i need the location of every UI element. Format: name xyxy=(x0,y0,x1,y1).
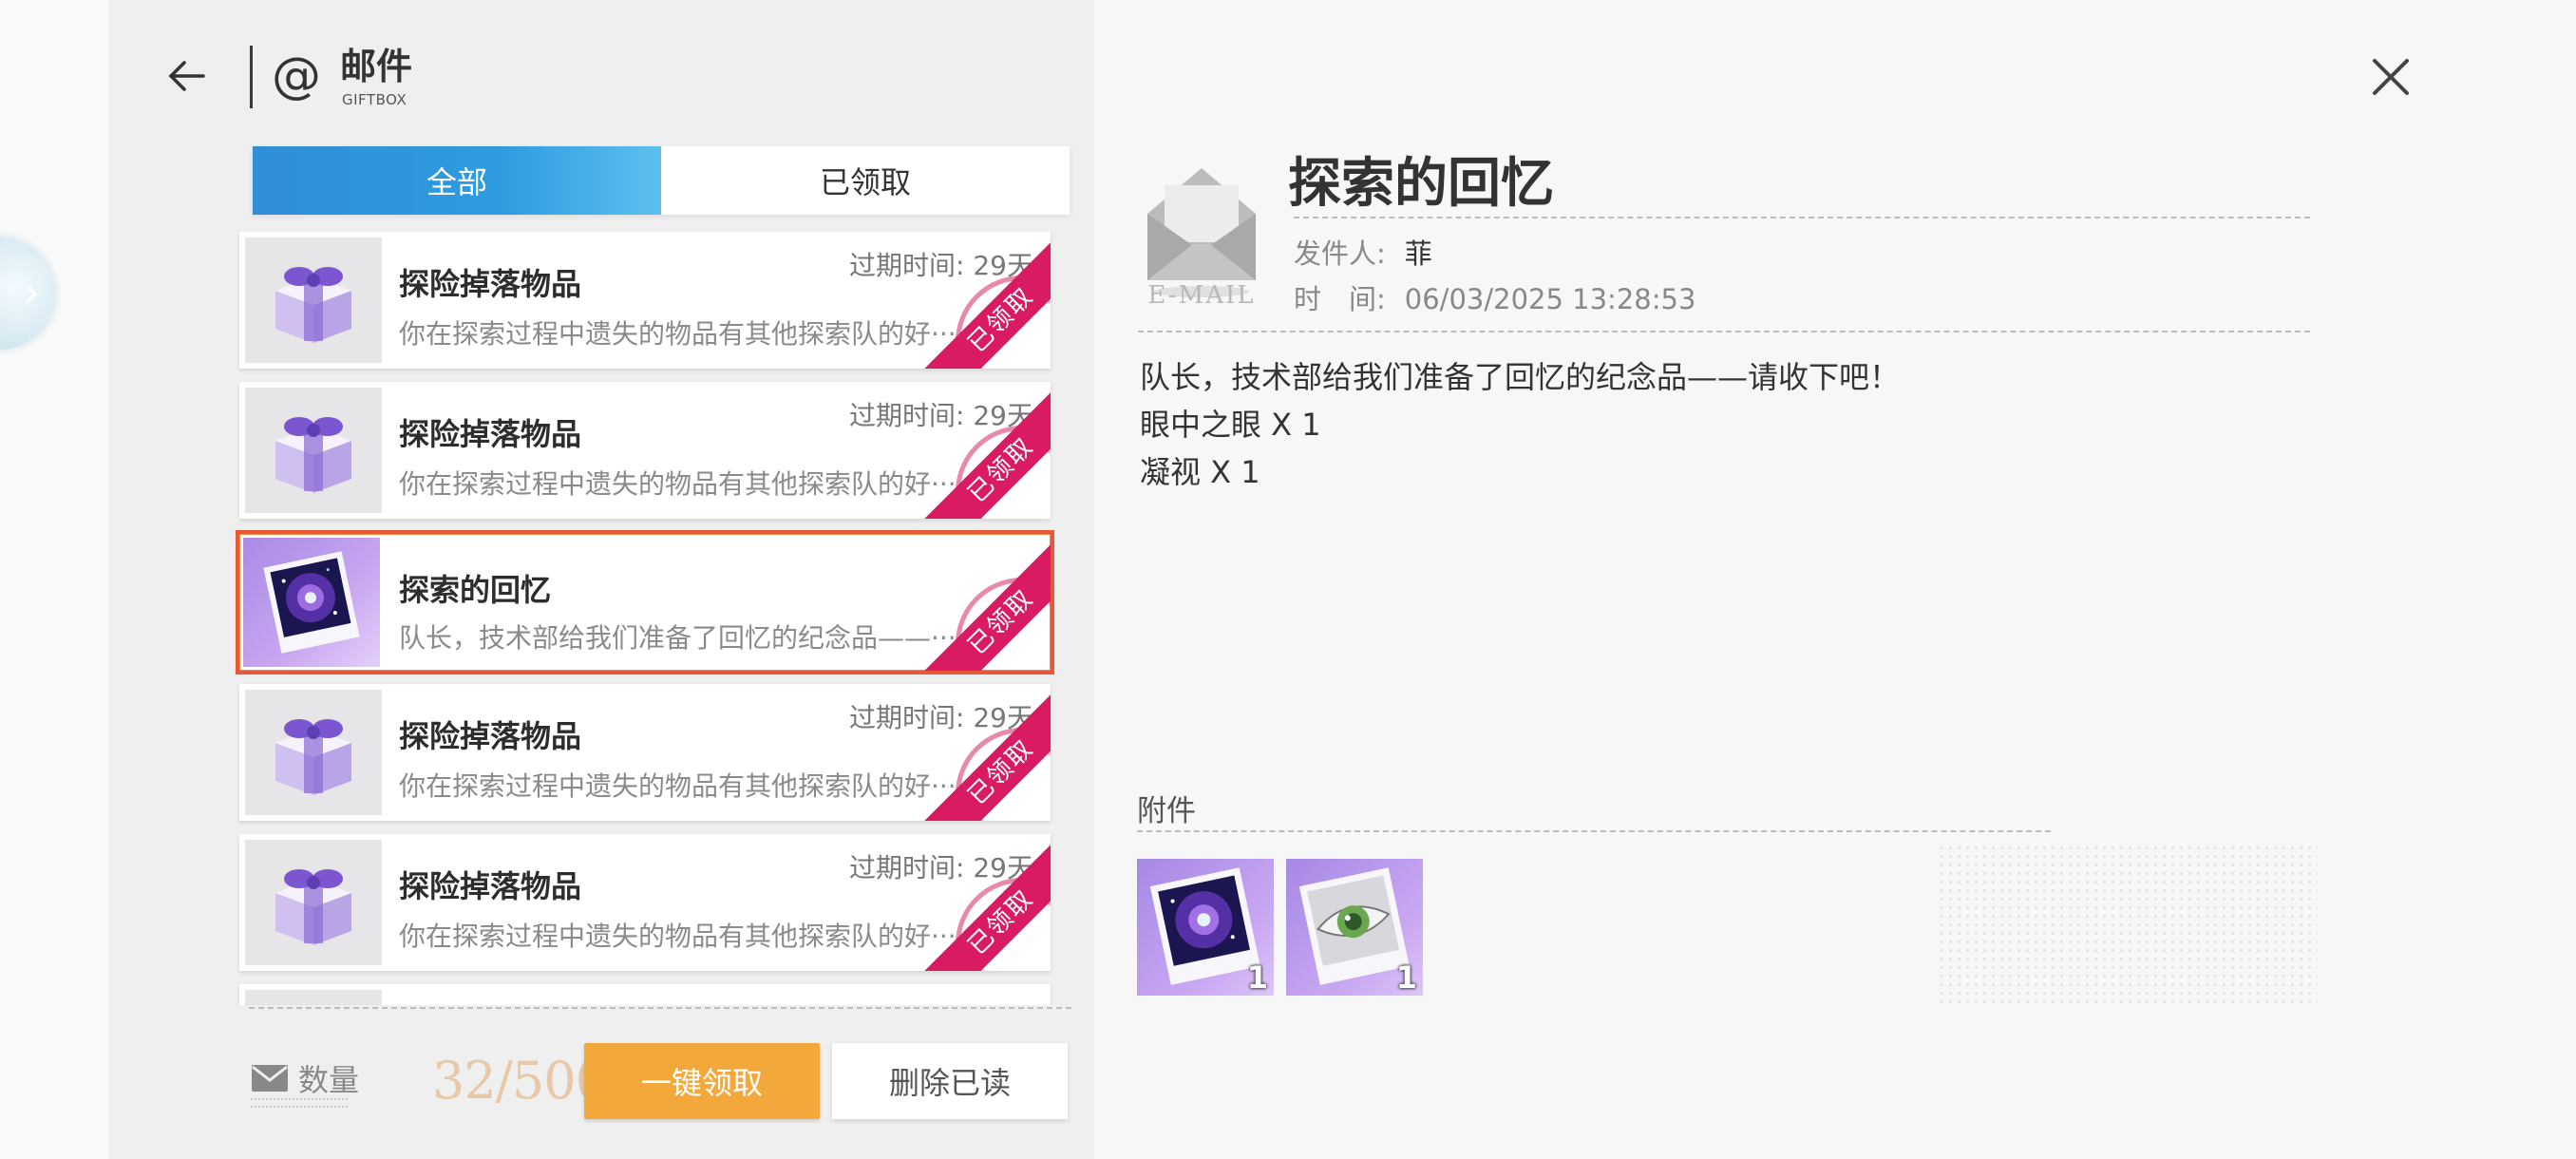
body-line: 眼中之眼 X 1 xyxy=(1140,407,1321,443)
tab-all[interactable]: 全部 xyxy=(253,146,661,215)
claim-all-button[interactable]: 一键领取 xyxy=(584,1043,820,1119)
attachment-item[interactable]: 1 xyxy=(1286,859,1423,996)
mail-title: 探险掉落物品 xyxy=(399,266,582,302)
mail-title: 探险掉落物品 xyxy=(399,416,582,452)
back-button[interactable] xyxy=(163,49,209,103)
mail-preview: 队长，技术部给我们准备了回忆的纪念品——··· xyxy=(399,622,957,654)
arrow-left-icon xyxy=(168,61,205,91)
page-subtitle: GIFTBOX xyxy=(342,91,407,108)
mail-detail-title: 探索的回忆 xyxy=(1288,152,1554,215)
delete-read-button[interactable]: 删除已读 xyxy=(832,1043,1068,1119)
body-line: 凝视 X 1 xyxy=(1140,454,1260,490)
mail-preview: 你在探索过程中遗失的物品有其他探索队的好··· xyxy=(399,770,957,802)
attachments-label: 附件 xyxy=(1137,794,1196,828)
left-strip xyxy=(0,0,108,1159)
mail-item-partial[interactable] xyxy=(239,984,1051,1005)
chevron-right-icon: › xyxy=(22,266,40,317)
page-title: 邮件 xyxy=(340,46,413,87)
mail-preview: 你在探索过程中遗失的物品有其他探索队的好··· xyxy=(399,468,957,500)
mail-item-selected[interactable]: 探索的回忆 队长，技术部给我们准备了回忆的纪念品——··· 已领取 xyxy=(236,530,1054,674)
mail-title: 探索的回忆 xyxy=(399,572,552,608)
mail-tabs: 全部 已领取 xyxy=(253,146,1070,215)
gift-box-icon xyxy=(245,690,382,815)
gift-box-icon xyxy=(245,990,382,1005)
mail-count-label: 数量 xyxy=(298,1062,360,1098)
body-line: 队长，技术部给我们准备了回忆的纪念品——请收下吧！ xyxy=(1140,359,1901,395)
meta-divider xyxy=(1138,331,2310,332)
gift-box-icon xyxy=(245,238,382,363)
attachment-quantity: 1 xyxy=(1395,960,1417,996)
time-label: 时 间: xyxy=(1294,283,1386,315)
attachment-item[interactable]: 1 xyxy=(1137,859,1274,996)
attachments-divider xyxy=(1137,830,2051,832)
decorative-dot-pattern xyxy=(1938,844,2318,1007)
header-divider xyxy=(250,46,253,108)
mail-list[interactable]: 探险掉落物品 你在探索过程中遗失的物品有其他探索队的好··· 过期时间: 29天… xyxy=(236,232,1054,1005)
attachment-quantity: 1 xyxy=(1246,960,1268,996)
mail-count-value: 32/500 xyxy=(432,1051,589,1111)
close-icon[interactable] xyxy=(2365,51,2416,103)
mail-title: 探险掉落物品 xyxy=(399,868,582,904)
mail-item[interactable]: 探险掉落物品 你在探索过程中遗失的物品有其他探索队的好··· 过期时间: 29天… xyxy=(239,232,1051,369)
envelope-icon xyxy=(252,1065,288,1092)
mail-preview: 你在探索过程中遗失的物品有其他探索队的好··· xyxy=(399,921,957,952)
gift-box-icon xyxy=(245,388,382,513)
gift-box-icon xyxy=(245,840,382,965)
mail-item[interactable]: 探险掉落物品 你在探索过程中遗失的物品有其他探索队的好··· 过期时间: 29天… xyxy=(239,684,1051,821)
sender-value: 菲 xyxy=(1404,238,1432,270)
title-divider xyxy=(1294,217,2310,218)
mail-title: 探险掉落物品 xyxy=(399,718,582,754)
at-sign-icon: @ xyxy=(272,48,321,104)
list-divider xyxy=(249,1007,1071,1009)
mail-item[interactable]: 探险掉落物品 你在探索过程中遗失的物品有其他探索队的好··· 过期时间: 29天… xyxy=(239,382,1051,519)
galaxy-photo-icon xyxy=(243,538,380,667)
sender-row: 发件人: 菲 xyxy=(1294,232,1432,272)
mail-item[interactable]: 探险掉落物品 你在探索过程中遗失的物品有其他探索队的好··· 过期时间: 29天… xyxy=(239,834,1051,971)
count-underline xyxy=(251,1098,348,1108)
time-row: 时 间: 06/03/2025 13:28:53 xyxy=(1294,277,1695,317)
email-icon-label: E-MAIL xyxy=(1147,281,1256,310)
mail-preview: 你在探索过程中遗失的物品有其他探索队的好··· xyxy=(399,318,957,350)
tab-claimed[interactable]: 已领取 xyxy=(661,146,1070,215)
time-value: 06/03/2025 13:28:53 xyxy=(1404,283,1696,315)
sender-label: 发件人: xyxy=(1294,238,1386,270)
mail-body: 队长，技术部给我们准备了回忆的纪念品——请收下吧！ 眼中之眼 X 1 凝视 X … xyxy=(1140,353,1900,496)
